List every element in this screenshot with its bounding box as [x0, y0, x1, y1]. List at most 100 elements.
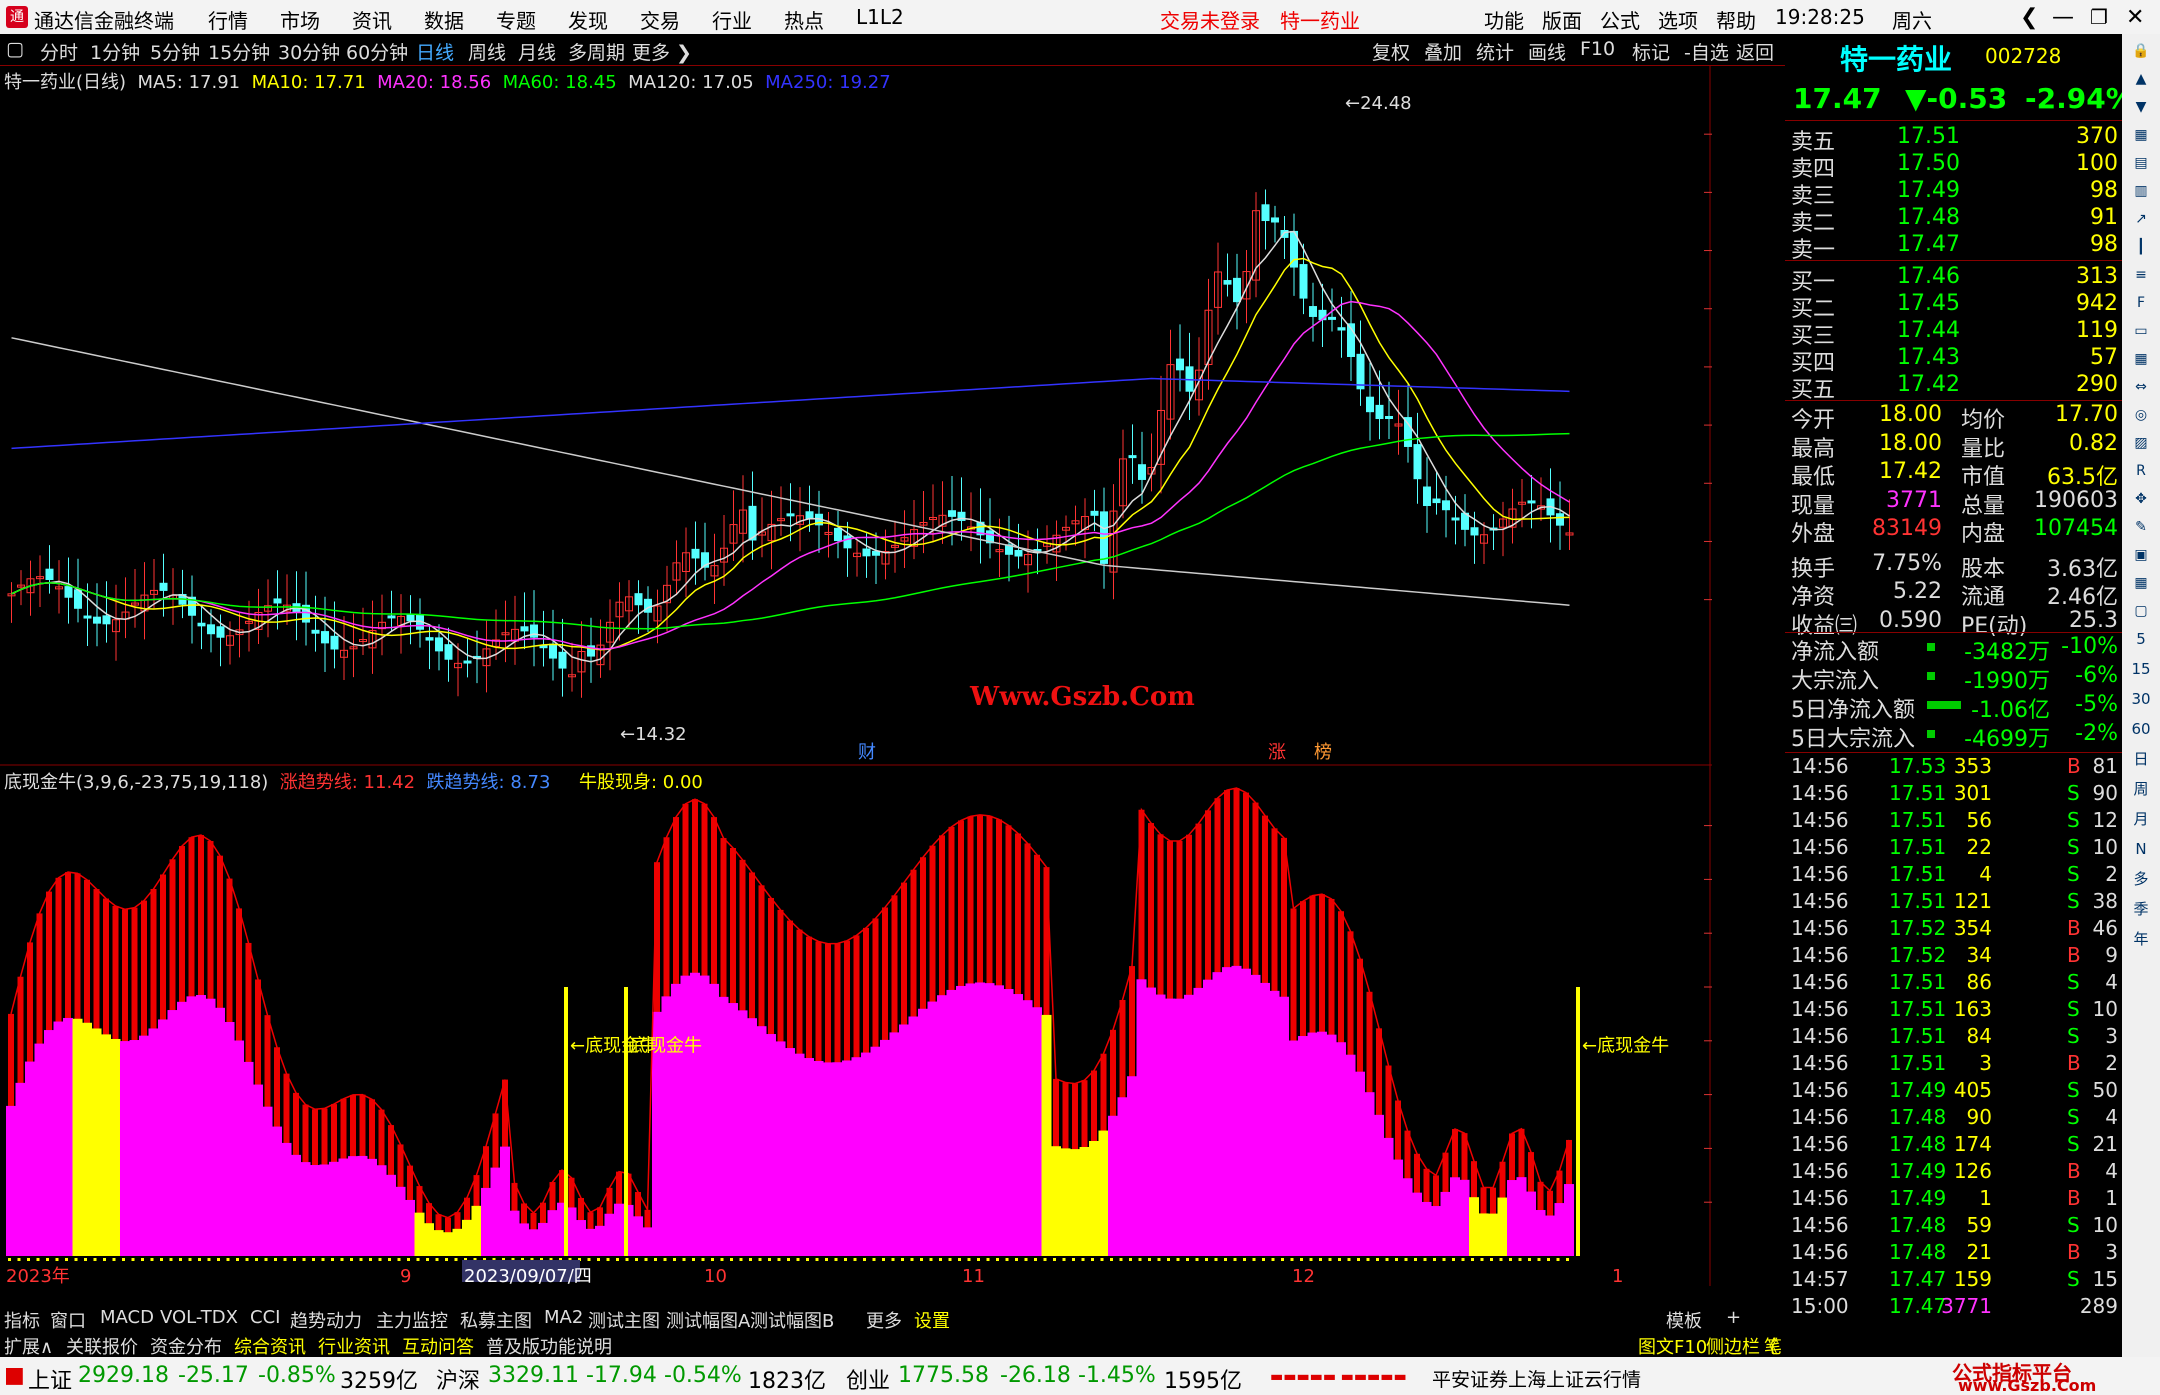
indicator-tab-6[interactable]: 主力监控 [376, 1307, 448, 1333]
fs-icon[interactable]: ⇔ [2128, 374, 2154, 400]
buy-price[interactable]: 17.42 [1897, 372, 1960, 397]
period-tab-10[interactable]: 更多 ❯ [632, 38, 692, 65]
side-period-9[interactable]: 季 [2128, 896, 2154, 922]
indicator-tab-2[interactable]: MACD [100, 1307, 154, 1328]
marker-bang[interactable]: 榜 [1314, 742, 1332, 763]
chart-tool-5[interactable]: 标记 [1632, 38, 1670, 65]
info-tab-2[interactable]: 资金分布 [150, 1333, 222, 1359]
collapse-icon[interactable]: ▢ [6, 38, 24, 60]
indicator-tab-13[interactable]: 设置 [914, 1307, 950, 1333]
index-sh-label[interactable]: 上证 [28, 1363, 72, 1395]
info-tab-6[interactable]: 普及版功能说明 [486, 1333, 612, 1359]
doc-icon[interactable]: ▭ [2128, 318, 2154, 344]
indicator-tab-10[interactable]: 测试幅图A [666, 1307, 750, 1333]
menu-5[interactable]: 发现 [568, 5, 608, 34]
indicator-chart[interactable]: 80.0070.0060.0050.0040.0030.0020.0010.00… [0, 766, 1712, 1286]
indicator-tab-9[interactable]: 测试主图 [588, 1307, 660, 1333]
right-menu-3[interactable]: 选项 [1658, 5, 1698, 34]
period-tab-9[interactable]: 多周期 [568, 38, 625, 65]
kline-chart[interactable]: 24.0023.0022.0021.0020.0019.0018.0017.00… [0, 66, 1712, 766]
sell-price[interactable]: 17.47 [1897, 232, 1960, 257]
period-tab-5[interactable]: 60分钟 [346, 38, 408, 65]
chart2-icon[interactable]: ▨ [2128, 430, 2154, 456]
right-menu-0[interactable]: 功能 [1484, 5, 1524, 34]
info-tab-0[interactable]: 扩展∧ [4, 1333, 53, 1359]
indicator-tab-4[interactable]: CCI [250, 1307, 280, 1328]
chart-tool-7[interactable]: 返回 [1736, 38, 1774, 65]
back-icon[interactable]: ❮ [2020, 5, 2038, 30]
bottom2-right-0[interactable]: 图文F10 [1638, 1333, 1707, 1359]
chart-tool-6[interactable]: -自选 [1684, 38, 1729, 65]
bottom-right-1[interactable]: + [1726, 1307, 1741, 1328]
menu-7[interactable]: 行业 [712, 5, 752, 34]
indicator-tab-12[interactable]: 更多 [866, 1307, 902, 1333]
menu-9[interactable]: L1L2 [856, 5, 904, 29]
kline-icon[interactable]: ▤ [2128, 150, 2154, 176]
up-icon[interactable]: ▲ [2128, 66, 2154, 92]
trend-icon[interactable]: ↗ [2128, 206, 2154, 232]
period-tab-6[interactable]: 日线 [416, 38, 454, 65]
info-tab-3[interactable]: 综合资讯 [234, 1333, 306, 1359]
indicator-tab-8[interactable]: MA2 [544, 1307, 583, 1328]
lock-icon[interactable]: 🔒 [2128, 38, 2154, 64]
period-tab-4[interactable]: 30分钟 [278, 38, 340, 65]
login-status[interactable]: 交易未登录 [1160, 5, 1260, 34]
side-period-2[interactable]: 30 [2128, 686, 2154, 712]
list-icon[interactable]: ≡ [2128, 262, 2154, 288]
side-period-4[interactable]: 日 [2128, 746, 2154, 772]
restore-icon[interactable]: ❐ [2090, 5, 2108, 29]
side-period-8[interactable]: 多 [2128, 866, 2154, 892]
minimize-icon[interactable]: — [2052, 5, 2074, 30]
buy-price[interactable]: 17.46 [1897, 264, 1960, 289]
index-sz-label[interactable]: 沪深 [436, 1363, 480, 1395]
period-tab-8[interactable]: 月线 [518, 38, 556, 65]
menu-1[interactable]: 市场 [280, 5, 320, 34]
indicator-tab-3[interactable]: VOL-TDX [160, 1307, 238, 1328]
down-icon[interactable]: ▼ [2128, 94, 2154, 120]
marker-cai[interactable]: 财 [858, 742, 876, 763]
period-tab-0[interactable]: 分时 [40, 38, 78, 65]
indicator-tab-1[interactable]: 窗口 [50, 1307, 86, 1333]
bottom-right-0[interactable]: 模板 [1666, 1307, 1702, 1333]
side-period-5[interactable]: 周 [2128, 776, 2154, 802]
move-icon[interactable]: ✥ [2128, 486, 2154, 512]
info-tab-5[interactable]: 互动问答 [402, 1333, 474, 1359]
zoom-icon[interactable]: ◎ [2128, 402, 2154, 428]
right-menu-1[interactable]: 版面 [1542, 5, 1582, 34]
marker-zhang[interactable]: 涨 [1268, 742, 1286, 763]
side-period-3[interactable]: 60 [2128, 716, 2154, 742]
info-tab-4[interactable]: 行业资讯 [318, 1333, 390, 1359]
buy-price[interactable]: 17.45 [1897, 291, 1960, 316]
bars-icon[interactable]: ▥ [2128, 178, 2154, 204]
side-period-10[interactable]: 年 [2128, 926, 2154, 952]
pen-icon[interactable]: ✎ [2128, 514, 2154, 540]
period-tab-7[interactable]: 周线 [468, 38, 506, 65]
menu-2[interactable]: 资讯 [352, 5, 392, 34]
chart-tool-0[interactable]: 复权 [1372, 38, 1410, 65]
indicator-tab-0[interactable]: 指标 [4, 1307, 40, 1333]
grid-icon[interactable]: ▦ [2128, 122, 2154, 148]
index-cy-label[interactable]: 创业 [846, 1363, 890, 1395]
menu-3[interactable]: 数据 [424, 5, 464, 34]
right-menu-2[interactable]: 公式 [1600, 5, 1640, 34]
candle-icon[interactable]: ┃ [2128, 234, 2154, 260]
chart-tool-3[interactable]: 画线 [1528, 38, 1566, 65]
chart-tool-1[interactable]: 叠加 [1424, 38, 1462, 65]
menu-6[interactable]: 交易 [640, 5, 680, 34]
info-tab-1[interactable]: 关联报价 [66, 1333, 138, 1359]
close-icon[interactable]: ✕ [2126, 5, 2144, 30]
chart-tool-2[interactable]: 统计 [1476, 38, 1514, 65]
side-period-1[interactable]: 15 [2128, 656, 2154, 682]
period-tab-3[interactable]: 15分钟 [208, 38, 270, 65]
menu-8[interactable]: 热点 [784, 5, 824, 34]
period-tab-1[interactable]: 1分钟 [90, 38, 140, 65]
indicator-tab-7[interactable]: 私募主图 [460, 1307, 532, 1333]
box-icon[interactable]: ▢ [2128, 598, 2154, 624]
side-period-0[interactable]: 5 [2128, 626, 2154, 652]
table-icon[interactable]: ▦ [2128, 346, 2154, 372]
f10-icon[interactable]: F [2128, 290, 2154, 316]
period-tab-2[interactable]: 5分钟 [150, 38, 200, 65]
buy-price[interactable]: 17.44 [1897, 318, 1960, 343]
side-period-7[interactable]: N [2128, 836, 2154, 862]
side-period-6[interactable]: 月 [2128, 806, 2154, 832]
